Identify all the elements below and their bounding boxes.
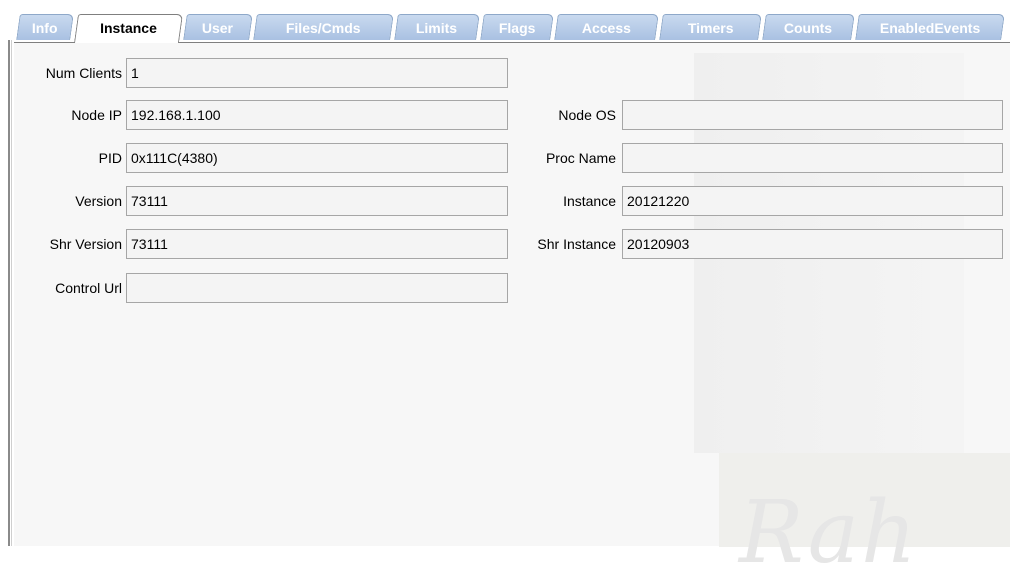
panel-left-border-highlight [11, 40, 12, 546]
shr-version-field[interactable]: 73111 [126, 229, 508, 259]
control-url-field[interactable] [126, 273, 508, 303]
instance-label: Instance [563, 193, 616, 209]
node-ip-label: Node IP [71, 107, 122, 123]
shr-instance-field[interactable]: 20120903 [622, 229, 1003, 259]
version-label: Version [75, 193, 122, 209]
tab-timers[interactable]: Timers [659, 14, 762, 40]
tab-info[interactable]: Info [16, 14, 74, 40]
watermark-logo: Rah [739, 483, 919, 583]
proc-name-field[interactable] [622, 143, 1003, 173]
tab-user[interactable]: User [183, 14, 253, 40]
pid-field[interactable]: 0x111C(4380) [126, 143, 508, 173]
tab-counts[interactable]: Counts [762, 14, 855, 40]
tab-files-cmds[interactable]: Files/Cmds [253, 14, 394, 40]
instance-panel: Rah Num Clients 1 Node IP 192.168.1.100 … [14, 42, 1010, 583]
tab-flags[interactable]: Flags [480, 14, 554, 40]
num-clients-field[interactable]: 1 [126, 58, 508, 88]
node-ip-field[interactable]: 192.168.1.100 [126, 100, 508, 130]
node-os-field[interactable] [622, 100, 1003, 130]
version-field[interactable]: 73111 [126, 186, 508, 216]
pid-label: PID [98, 150, 122, 166]
shr-version-label: Shr Version [49, 236, 122, 252]
node-os-label: Node OS [558, 107, 616, 123]
tab-instance[interactable]: Instance [73, 14, 184, 43]
tab-limits[interactable]: Limits [394, 14, 480, 40]
control-url-label: Control Url [55, 280, 122, 296]
proc-name-label: Proc Name [545, 150, 616, 166]
instance-field[interactable]: 20121220 [622, 186, 1003, 216]
tab-enabled-events[interactable]: EnabledEvents [855, 14, 1005, 40]
shr-instance-label: Shr Instance [537, 236, 616, 252]
num-clients-label: Num Clients [45, 65, 122, 81]
tab-bar: Info Instance User Files/Cmds Limits Fla… [14, 14, 1010, 43]
panel-left-border [8, 40, 10, 546]
tab-access[interactable]: Access [554, 14, 659, 40]
